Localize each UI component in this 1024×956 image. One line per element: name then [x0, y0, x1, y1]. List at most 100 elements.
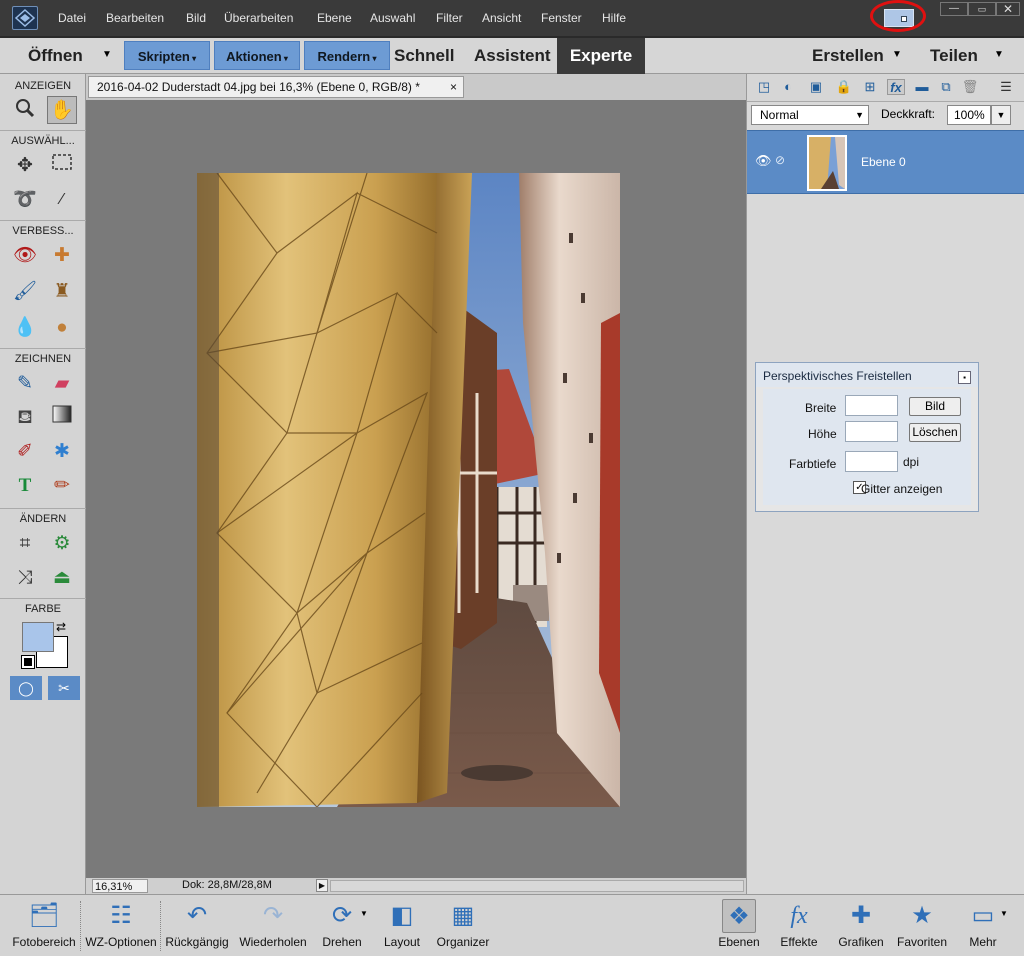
clear-button[interactable]: Löschen	[909, 423, 961, 442]
menu-ansicht[interactable]: Ansicht	[482, 11, 521, 25]
menu-ueberarbeiten[interactable]: Überarbeiten	[224, 11, 293, 25]
rotate-button[interactable]: ⟳ Drehen	[316, 899, 368, 949]
lasso-tool-icon[interactable]: ➰	[10, 186, 40, 214]
tab-expert[interactable]: Experte	[557, 38, 645, 74]
rotate-label: Drehen	[322, 935, 362, 949]
actions-button[interactable]: Aktionen ▾	[214, 41, 300, 70]
move-tool-icon[interactable]: ✥	[10, 152, 40, 180]
duplicate-layer-icon[interactable]: ⧉	[937, 79, 955, 95]
adjustment-layer-icon[interactable]: ◐	[779, 79, 797, 95]
menu-ebene[interactable]: Ebene	[317, 11, 352, 25]
height-input[interactable]	[845, 421, 898, 442]
more-chevron-icon[interactable]: ▼	[1000, 909, 1008, 918]
organizer-button[interactable]: ▦ Organizer	[434, 899, 492, 949]
crop-tool-icon[interactable]: ⌗	[10, 530, 40, 558]
magic-wand-tool-icon[interactable]: ⁄	[47, 186, 77, 214]
resolution-input[interactable]	[845, 451, 898, 472]
straighten-tool-icon[interactable]: ⏏	[47, 564, 77, 592]
lock-transparency-icon[interactable]: ⊞	[861, 79, 879, 95]
foreground-color-swatch[interactable]	[22, 622, 54, 652]
scripts-button[interactable]: Skripten ▾	[124, 41, 210, 70]
layer-row[interactable]: 👁 ⊘ Ebene 0	[747, 130, 1024, 194]
menu-auswahl[interactable]: Auswahl	[370, 11, 415, 25]
create-button[interactable]: Erstellen	[812, 38, 884, 73]
zoom-level[interactable]: 16,31%	[92, 879, 148, 893]
eyedropper-tool-icon[interactable]: ✐	[10, 438, 40, 466]
menu-bearbeiten[interactable]: Bearbeiten	[106, 11, 164, 25]
menu-filter[interactable]: Filter	[436, 11, 463, 25]
marquee-tool-icon[interactable]	[47, 152, 77, 180]
width-input[interactable]	[845, 395, 898, 416]
menu-datei[interactable]: Datei	[58, 11, 86, 25]
render-button[interactable]: Rendern ▾	[304, 41, 390, 70]
rotate-chevron-icon[interactable]: ▼	[360, 909, 368, 918]
maximize-button[interactable]: ▭	[968, 2, 996, 16]
zoom-tool-icon[interactable]	[10, 96, 40, 124]
default-colors-icon[interactable]	[21, 655, 35, 669]
spot-healing-tool-icon[interactable]: ✚	[47, 242, 77, 270]
open-button[interactable]: Öffnen	[28, 38, 83, 73]
menu-hilfe[interactable]: Hilfe	[602, 11, 626, 25]
tool-options-icon[interactable]: ✂	[48, 676, 80, 700]
blur-tool-icon[interactable]: 💧	[10, 314, 40, 342]
blend-chevron-icon: ▼	[855, 110, 864, 120]
document-tab[interactable]: 2016-04-02 Duderstadt 04.jpg bei 16,3% (…	[88, 76, 464, 98]
layer-link-icon[interactable]: ⊘	[775, 153, 785, 167]
canvas-scrollbar[interactable]	[732, 100, 746, 878]
link-layers-icon[interactable]: ▬	[913, 79, 931, 95]
horizontal-scrollbar[interactable]	[330, 880, 744, 892]
tab-quick[interactable]: Schnell	[394, 38, 454, 73]
type-tool-icon[interactable]: T	[10, 472, 40, 500]
lock-all-icon[interactable]: 🔒	[835, 79, 853, 95]
opacity-dropdown-icon[interactable]: ▼	[991, 105, 1011, 125]
custom-shape-tool-icon[interactable]: ✱	[47, 438, 77, 466]
layer-mask-icon[interactable]: ▣	[807, 79, 825, 95]
tool-options-button[interactable]: ☷ WZ-Optionen	[82, 899, 160, 949]
redo-button[interactable]: ↷ Wiederholen	[236, 899, 310, 949]
share-button[interactable]: Teilen	[930, 38, 978, 73]
swap-colors-icon[interactable]: ⇄	[56, 620, 66, 634]
graphics-button[interactable]: ✚ Grafiken	[836, 899, 886, 949]
smart-brush-tool-icon[interactable]: 🖌	[10, 278, 40, 306]
opacity-input[interactable]: 100%	[947, 105, 991, 125]
hand-tool-icon[interactable]: ✋	[47, 96, 77, 124]
undo-button[interactable]: ↶ Rückgängig	[162, 899, 232, 949]
layer-name[interactable]: Ebene 0	[861, 155, 906, 169]
gradient-tool-icon[interactable]	[47, 404, 77, 432]
dialog-collapse-icon[interactable]: ▪	[958, 371, 971, 384]
share-dropdown-icon[interactable]: ▼	[994, 49, 1004, 60]
effects-button[interactable]: fx Effekte	[776, 899, 822, 949]
recompose-tool-icon[interactable]: ⚙	[47, 530, 77, 558]
panel-menu-icon[interactable]: ☰	[997, 79, 1015, 95]
red-eye-tool-icon[interactable]: 👁	[10, 242, 40, 270]
more-button[interactable]: ▭ Mehr	[962, 899, 1004, 949]
layout-button[interactable]: ◧ Layout	[378, 899, 426, 949]
sponge-tool-icon[interactable]: ●	[47, 314, 77, 342]
eraser-tool-icon[interactable]: ▰	[47, 370, 77, 398]
minimize-button[interactable]: —	[940, 2, 968, 16]
menu-bild[interactable]: Bild	[186, 11, 206, 25]
paint-bucket-tool-icon[interactable]: ⛾	[10, 404, 40, 432]
image-button[interactable]: Bild	[909, 397, 961, 416]
layer-style-icon[interactable]: fx	[887, 79, 905, 95]
quick-mask-icon[interactable]: ◯	[10, 676, 42, 700]
create-dropdown-icon[interactable]: ▼	[892, 49, 902, 60]
menu-fenster[interactable]: Fenster	[541, 11, 582, 25]
favorites-button[interactable]: ★ Favoriten	[894, 899, 950, 949]
close-document-icon[interactable]: ×	[450, 77, 457, 97]
brush-tool-icon[interactable]: ✎	[10, 370, 40, 398]
tab-guided[interactable]: Assistent	[474, 38, 551, 73]
delete-layer-icon[interactable]: 🗑	[961, 79, 979, 95]
close-window-button[interactable]: ✕	[996, 2, 1020, 16]
clone-stamp-tool-icon[interactable]: ♜	[47, 278, 77, 306]
status-menu-icon[interactable]: ▶	[316, 879, 328, 892]
visibility-eye-icon[interactable]: 👁	[755, 153, 772, 169]
photo-bin-button[interactable]: 🗂 Fotobereich	[6, 899, 82, 949]
pencil-tool-icon[interactable]: ✏	[47, 472, 77, 500]
layers-button[interactable]: ❖ Ebenen	[716, 899, 762, 949]
content-aware-move-tool-icon[interactable]: ⤨	[10, 564, 40, 592]
blend-mode-select[interactable]: Normal ▼	[751, 105, 869, 125]
open-dropdown-icon[interactable]: ▼	[102, 49, 112, 60]
document-image[interactable]	[197, 173, 620, 807]
new-layer-icon[interactable]: ◳	[755, 79, 773, 95]
